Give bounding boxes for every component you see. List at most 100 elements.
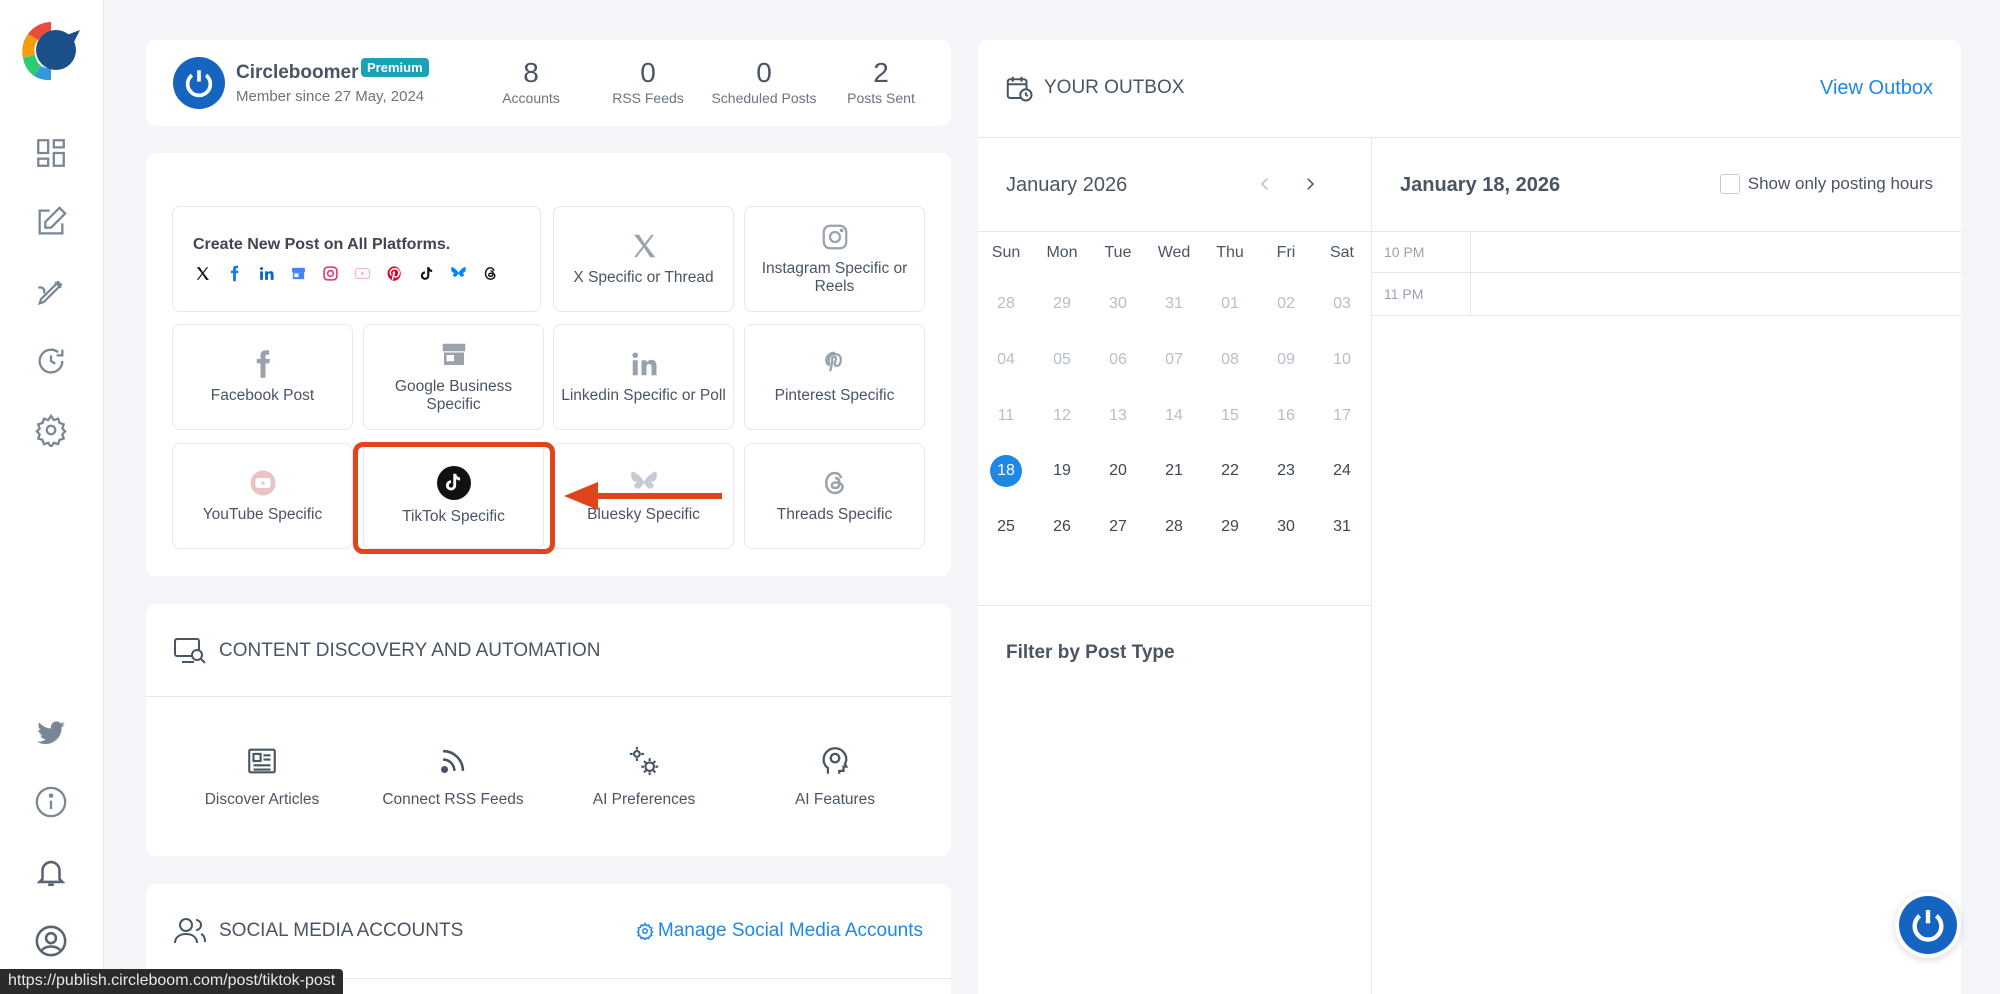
facebook-post-tile[interactable]: Facebook Post xyxy=(172,324,353,430)
divider xyxy=(978,605,1371,606)
calendar-day[interactable]: 28 xyxy=(1146,511,1202,543)
view-outbox-link[interactable]: View Outbox xyxy=(1820,77,1933,100)
linkedin-specific-tile[interactable]: Linkedin Specific or Poll xyxy=(553,324,734,430)
ai-preferences-button[interactable]: AI Preferences xyxy=(549,744,739,809)
posting-hours-toggle[interactable]: Show only posting hours xyxy=(1719,174,1933,194)
stat-rss-feeds[interactable]: 0 RSS Feeds xyxy=(603,58,693,107)
weekday-label: Mon xyxy=(1046,244,1078,261)
pinterest-specific-tile[interactable]: Pinterest Specific xyxy=(744,324,925,430)
ai-head-icon xyxy=(822,747,849,774)
google-business-icon xyxy=(289,264,308,283)
edit-post-icon[interactable] xyxy=(32,203,70,241)
info-icon[interactable] xyxy=(32,783,70,821)
calendar-day[interactable]: 13 xyxy=(1090,400,1146,432)
discover-articles-button[interactable]: Discover Articles xyxy=(167,744,357,809)
calendar-day[interactable]: 07 xyxy=(1146,344,1202,376)
calendar-day[interactable]: 10 xyxy=(1314,344,1370,376)
circleboom-logo[interactable] xyxy=(20,18,82,84)
outbox-header: YOUR OUTBOX View Outbox xyxy=(978,40,1961,138)
google-business-tile[interactable]: Google Business Specific xyxy=(363,324,544,430)
x-specific-tile[interactable]: X Specific or Thread xyxy=(553,206,734,312)
calendar-day[interactable]: 17 xyxy=(1314,400,1370,432)
ai-features-button[interactable]: AI Features xyxy=(740,744,930,809)
gears-icon xyxy=(629,746,659,776)
calendar-day[interactable]: 25 xyxy=(978,511,1034,543)
calendar-day[interactable]: 05 xyxy=(1034,344,1090,376)
calendar-panel: January 2026 Sun Mon Tue Wed Thu Fri Sat 28 29 3… xyxy=(978,138,1372,994)
stat-scheduled-posts[interactable]: 0 Scheduled Posts xyxy=(702,58,826,107)
threads-specific-tile[interactable]: Threads Specific xyxy=(744,443,925,549)
calendar-day[interactable]: 26 xyxy=(1034,511,1090,543)
calendar-day[interactable]: 29 xyxy=(1034,288,1090,320)
settings-icon[interactable] xyxy=(32,411,70,449)
calendar-day[interactable]: 06 xyxy=(1090,344,1146,376)
calendar-day[interactable]: 14 xyxy=(1146,400,1202,432)
calendar-day[interactable]: 24 xyxy=(1314,455,1370,487)
time-slot[interactable]: 10 PM xyxy=(1372,231,1961,274)
calendar-day[interactable]: 23 xyxy=(1258,455,1314,487)
calendar-day[interactable]: 04 xyxy=(978,344,1034,376)
calendar-day[interactable]: 02 xyxy=(1258,288,1314,320)
link-preview-statusbar: https://publish.circleboom.com/post/tikt… xyxy=(0,969,344,994)
calendar-month: January 2026 xyxy=(1006,174,1128,196)
calendar-day[interactable]: 09 xyxy=(1258,344,1314,376)
rss-icon xyxy=(440,749,465,774)
calendar-day[interactable]: 19 xyxy=(1034,455,1090,487)
calendar-day[interactable]: 27 xyxy=(1090,511,1146,543)
create-all-platforms-tile[interactable]: Create New Post on All Platforms. xyxy=(172,206,541,312)
calendar-day[interactable]: 31 xyxy=(1146,288,1202,320)
calendar-day[interactable]: 31 xyxy=(1314,511,1370,543)
twitter-icon[interactable] xyxy=(32,714,70,752)
tiktok-highlight-box xyxy=(353,442,555,554)
bluesky-icon xyxy=(449,264,468,283)
help-chat-button[interactable] xyxy=(1895,892,1961,958)
stat-posts-sent[interactable]: 2 Posts Sent xyxy=(836,58,926,107)
schedule-icon[interactable] xyxy=(32,342,70,380)
weekday-label: Tue xyxy=(1104,244,1132,261)
dashboard-icon[interactable] xyxy=(32,134,70,172)
calendar-day[interactable]: 03 xyxy=(1314,288,1370,320)
outbox-card: YOUR OUTBOX View Outbox January 2026 Sun… xyxy=(978,40,1961,994)
x-icon xyxy=(633,234,655,258)
connect-rss-feeds-button[interactable]: Connect RSS Feeds xyxy=(358,744,548,809)
instagram-specific-tile[interactable]: Instagram Specific or Reels xyxy=(744,206,925,312)
calendar-day[interactable]: 16 xyxy=(1258,400,1314,432)
calendar-day[interactable]: 28 xyxy=(978,288,1034,320)
discovery-title: CONTENT DISCOVERY AND AUTOMATION xyxy=(173,636,600,666)
calendar-day[interactable]: 15 xyxy=(1202,400,1258,432)
calendar-day[interactable]: 30 xyxy=(1090,288,1146,320)
newspaper-icon xyxy=(248,748,276,774)
calendar-day[interactable]: 11 xyxy=(978,400,1034,432)
youtube-icon xyxy=(353,264,372,283)
day-view-panel: January 18, 2026 Show only posting hours… xyxy=(1372,138,1961,994)
facebook-icon xyxy=(225,264,244,283)
youtube-specific-tile[interactable]: YouTube Specific xyxy=(172,443,353,549)
divider xyxy=(146,696,951,697)
next-month-button[interactable] xyxy=(1298,172,1322,196)
chevron-right-icon xyxy=(1307,178,1315,190)
weekday-label: Sun xyxy=(991,244,1021,261)
calendar-day[interactable]: 29 xyxy=(1202,511,1258,543)
linkedin-icon xyxy=(632,352,656,376)
manage-social-accounts-link[interactable]: Manage Social Media Accounts xyxy=(636,920,923,942)
weekday-label: Thu xyxy=(1216,244,1244,261)
calendar-day[interactable]: 12 xyxy=(1034,400,1090,432)
calendar-day[interactable]: 01 xyxy=(1202,288,1258,320)
calendar-day[interactable]: 21 xyxy=(1146,455,1202,487)
bell-icon[interactable] xyxy=(32,853,70,891)
prev-month-button[interactable] xyxy=(1253,172,1277,196)
posting-hours-checkbox[interactable] xyxy=(1719,174,1740,194)
social-accounts-title: SOCIAL MEDIA ACCOUNTS xyxy=(173,916,463,946)
profile-name: Circleboomer xyxy=(236,62,359,83)
calendar-day[interactable]: 30 xyxy=(1258,511,1314,543)
stat-accounts[interactable]: 8 Accounts xyxy=(491,58,571,107)
time-slot[interactable]: 11 PM xyxy=(1372,274,1961,316)
calendar-clock-icon xyxy=(1006,76,1033,102)
youtube-icon xyxy=(250,470,275,496)
calendar-day[interactable]: 20 xyxy=(1090,455,1146,487)
compose-icon[interactable] xyxy=(32,273,70,311)
calendar-day[interactable]: 08 xyxy=(1202,344,1258,376)
calendar-day-selected[interactable]: 18 xyxy=(978,455,1034,487)
user-circle-icon[interactable] xyxy=(32,922,70,960)
calendar-day[interactable]: 22 xyxy=(1202,455,1258,487)
